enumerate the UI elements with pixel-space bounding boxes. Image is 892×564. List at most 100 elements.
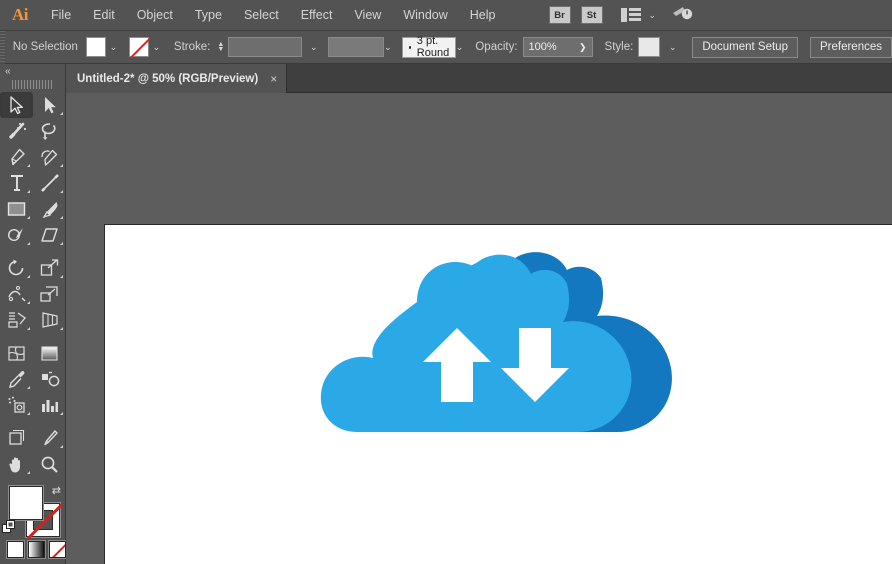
workspace-chevron-down-icon[interactable]: ⌄	[649, 10, 657, 21]
illustrator-window: Ai File Edit Object Type Select Effect V…	[0, 0, 892, 564]
shape-builder-tool[interactable]	[0, 307, 33, 333]
perspective-grid-tool[interactable]	[33, 307, 66, 333]
tools-panel-grip[interactable]	[12, 80, 53, 89]
stock-button[interactable]: St	[580, 6, 603, 24]
eyedropper-tool[interactable]	[0, 366, 33, 392]
app-logo-icon: Ai	[12, 5, 29, 24]
collapse-panel-icon[interactable]: «	[5, 66, 10, 77]
tool-group-indicator	[60, 445, 63, 448]
direct-selection-tool[interactable]	[33, 92, 66, 118]
tool-group-indicator	[27, 164, 30, 167]
brush-chevron-down-icon[interactable]: ⌄	[456, 37, 464, 57]
tool-group-indicator	[60, 112, 63, 115]
canvas-area[interactable]	[66, 93, 892, 564]
symbol-sprayer-tool[interactable]	[0, 392, 33, 418]
gradient-button[interactable]	[28, 541, 45, 558]
column-graph-tool[interactable]	[33, 392, 66, 418]
artboard[interactable]	[104, 224, 892, 564]
mesh-tool[interactable]	[0, 340, 33, 366]
menu-window[interactable]: Window	[392, 0, 458, 31]
tool-group-indicator	[27, 242, 30, 245]
menu-type[interactable]: Type	[184, 0, 233, 31]
document-tab-title: Untitled-2* @ 50% (RGB/Preview)	[77, 72, 259, 85]
line-segment-tool[interactable]	[33, 170, 66, 196]
fill-color-swatch[interactable]	[9, 486, 43, 520]
menu-file[interactable]: File	[40, 0, 82, 31]
stroke-chevron-down-icon[interactable]: ⌄	[149, 37, 164, 57]
control-bar-grip[interactable]	[0, 30, 5, 64]
tool-group-indicator	[60, 275, 63, 278]
rectangle-tool[interactable]	[0, 196, 33, 222]
document-setup-button[interactable]: Document Setup	[692, 36, 798, 58]
menu-select[interactable]: Select	[233, 0, 290, 31]
stroke-weight-group: Stroke: ▲ ▼ ⌄	[174, 37, 321, 57]
gradient-tool[interactable]	[33, 340, 66, 366]
eraser-tool[interactable]	[33, 222, 66, 248]
tool-group-indicator	[27, 190, 30, 193]
fill-swatch-group: ⌄	[85, 37, 121, 57]
tool-grid	[0, 92, 65, 477]
stepper-down-icon[interactable]: ▼	[217, 46, 224, 53]
type-tool[interactable]	[0, 170, 33, 196]
fill-swatch[interactable]	[85, 37, 106, 57]
opacity-input[interactable]: 100% ❯	[522, 37, 593, 57]
none-button[interactable]	[49, 541, 66, 558]
color-button[interactable]	[7, 541, 24, 558]
close-icon[interactable]: ×	[270, 73, 277, 85]
paintbrush-tool[interactable]	[33, 196, 66, 222]
pen-tool[interactable]	[0, 144, 33, 170]
style-chevron-down-icon[interactable]: ⌄	[665, 37, 680, 57]
lasso-tool[interactable]	[33, 118, 66, 144]
stroke-swatch[interactable]	[128, 37, 149, 57]
style-swatch[interactable]	[638, 37, 661, 57]
stroke-weight-input[interactable]	[228, 37, 303, 57]
width-warp-tool[interactable]	[0, 281, 33, 307]
menu-help[interactable]: Help	[459, 0, 507, 31]
zoom-tool[interactable]	[33, 451, 66, 477]
cloud-upload-download-illustration[interactable]	[305, 250, 705, 465]
preferences-button[interactable]: Preferences	[809, 36, 892, 58]
slice-tool[interactable]	[33, 425, 66, 451]
stroke-profile-input[interactable]	[328, 37, 384, 57]
tool-group-indicator	[27, 275, 30, 278]
search-stock-icon[interactable]	[672, 4, 694, 27]
blend-tool[interactable]	[33, 366, 66, 392]
free-transform-tool[interactable]	[33, 281, 66, 307]
style-label: Style:	[604, 41, 634, 53]
artboard-tool[interactable]	[0, 425, 33, 451]
opacity-arrow-icon[interactable]: ❯	[579, 42, 587, 53]
tool-group-indicator	[60, 327, 63, 330]
hand-tool[interactable]	[0, 451, 33, 477]
document-tab[interactable]: Untitled-2* @ 50% (RGB/Preview) ×	[66, 64, 288, 93]
tool-separator	[0, 248, 66, 255]
stroke-weight-chevron-down-icon[interactable]: ⌄	[306, 37, 321, 57]
stroke-profile-chevron-down-icon[interactable]: ⌄	[384, 37, 392, 57]
menu-effect[interactable]: Effect	[290, 0, 344, 31]
workspace-switcher-icon[interactable]	[620, 8, 641, 22]
stroke-weight-stepper[interactable]: ▲ ▼	[217, 41, 224, 53]
brush-definition-select[interactable]: 3 pt. Round	[401, 35, 456, 59]
selection-tool[interactable]	[0, 92, 33, 118]
tools-panel: « ⇄	[0, 64, 66, 564]
menu-object[interactable]: Object	[126, 0, 184, 31]
menu-bar: Ai File Edit Object Type Select Effect V…	[0, 0, 892, 31]
shaper-pencil-tool[interactable]	[0, 222, 33, 248]
tool-separator	[0, 418, 66, 425]
menu-view[interactable]: View	[343, 0, 392, 31]
tool-group-indicator	[60, 216, 63, 219]
bridge-button[interactable]: Br	[548, 6, 571, 24]
swap-fill-stroke-icon[interactable]: ⇄	[52, 484, 61, 497]
tool-group-indicator	[27, 327, 30, 330]
brush-definition-label: 3 pt. Round	[416, 35, 450, 59]
magic-wand-tool[interactable]	[0, 118, 33, 144]
menu-edit[interactable]: Edit	[82, 0, 126, 31]
rotate-tool[interactable]	[0, 255, 33, 281]
tool-group-indicator	[60, 190, 63, 193]
default-fill-stroke-icon[interactable]	[2, 520, 16, 539]
scale-tool[interactable]	[33, 255, 66, 281]
fill-chevron-down-icon[interactable]: ⌄	[106, 37, 121, 57]
curvature-tool[interactable]	[33, 144, 66, 170]
stroke-swatch-group: ⌄	[128, 37, 164, 57]
tool-group-indicator	[27, 412, 30, 415]
tool-group-indicator	[27, 471, 30, 474]
